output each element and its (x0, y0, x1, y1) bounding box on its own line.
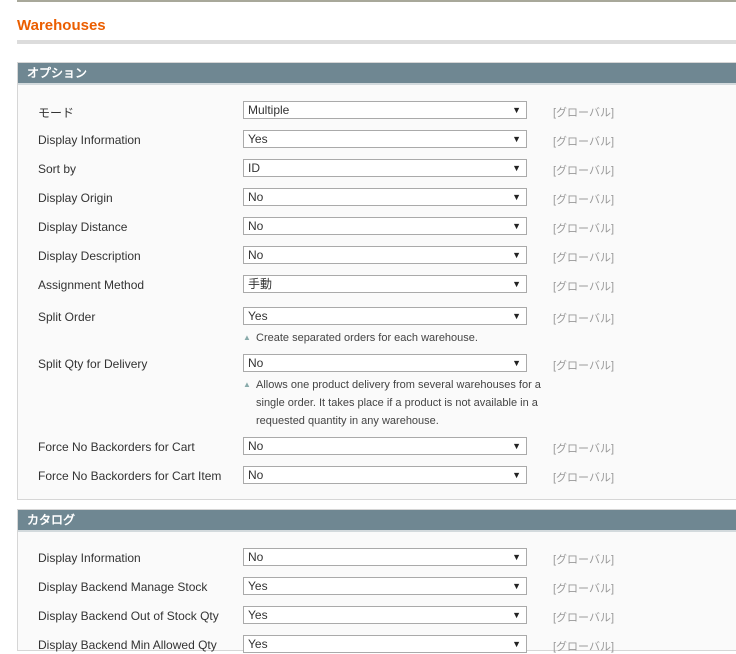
select-value: No (248, 219, 264, 233)
scope-label: [グローバル] (553, 281, 615, 293)
section-options: オプション モード Multiple ▼ [グローバル] Display Infor… (17, 62, 736, 500)
dropdown-arrow-icon: ▼ (512, 639, 521, 649)
scope-label: [グローバル] (553, 107, 615, 119)
dropdown-arrow-icon: ▼ (512, 610, 521, 620)
field-label: Display Information (38, 551, 141, 565)
scope-label: [グローバル] (553, 360, 615, 372)
field-select[interactable]: No ▼ (243, 548, 527, 566)
field-select[interactable]: Yes ▼ (243, 635, 527, 653)
scope-label: [グローバル] (553, 165, 615, 177)
field-note: ▲ Allows one product delivery from severa… (243, 376, 546, 430)
scope-label: [グローバル] (553, 583, 615, 595)
dropdown-arrow-icon: ▼ (512, 250, 521, 260)
dropdown-arrow-icon: ▼ (512, 441, 521, 451)
select-value: 手動 (248, 277, 273, 291)
select-value: Yes (248, 637, 268, 651)
field-label: Display Distance (38, 220, 128, 234)
dropdown-arrow-icon: ▼ (512, 163, 521, 173)
select-value: No (248, 468, 264, 482)
select-value: No (248, 550, 264, 564)
select-value: Multiple (248, 103, 290, 117)
select-value: Yes (248, 579, 268, 593)
dropdown-arrow-icon: ▼ (512, 470, 521, 480)
select-value: Yes (248, 309, 268, 323)
field-select[interactable]: No ▼ (243, 188, 527, 206)
dropdown-arrow-icon: ▼ (512, 134, 521, 144)
note-text: Create separated orders for each warehou… (256, 332, 478, 344)
field-label: Display Backend Min Allowed Qty (38, 638, 217, 652)
scope-label: [グローバル] (553, 194, 615, 206)
scope-label: [グローバル] (553, 313, 615, 325)
select-value: No (248, 190, 264, 204)
field-select[interactable]: No ▼ (243, 354, 527, 372)
scope-label: [グローバル] (553, 136, 615, 148)
field-label: Assignment Method (38, 278, 145, 292)
scope-label: [グローバル] (553, 641, 615, 653)
select-value: Yes (248, 132, 268, 146)
field-select[interactable]: Yes ▼ (243, 307, 527, 325)
triangle-icon: ▲ (243, 333, 251, 342)
section-header-catalog[interactable]: カタログ (18, 510, 736, 532)
select-value: Yes (248, 608, 268, 622)
select-value: No (248, 248, 264, 262)
select-value: No (248, 439, 264, 453)
field-select[interactable]: Multiple ▼ (243, 101, 527, 119)
dropdown-arrow-icon: ▼ (512, 552, 521, 562)
note-text: Allows one product delivery from several… (256, 379, 541, 427)
dropdown-arrow-icon: ▼ (512, 105, 521, 115)
field-select[interactable]: Yes ▼ (243, 130, 527, 148)
title-underline (17, 40, 736, 44)
field-label: Display Origin (38, 191, 113, 205)
scope-label: [グローバル] (553, 612, 615, 624)
field-label: Force No Backorders for Cart Item (38, 469, 222, 483)
dropdown-arrow-icon: ▼ (512, 358, 521, 368)
scope-label: [グローバル] (553, 472, 615, 484)
section-catalog: カタログ Display Information No ▼ [グローバル] Disp… (17, 509, 736, 653)
select-value: No (248, 356, 264, 370)
dropdown-arrow-icon: ▼ (512, 311, 521, 321)
field-select[interactable]: No ▼ (243, 217, 527, 235)
section-header-options[interactable]: オプション (18, 63, 736, 85)
field-select[interactable]: No ▼ (243, 437, 527, 455)
field-select[interactable]: Yes ▼ (243, 606, 527, 624)
field-label: Force No Backorders for Cart (38, 440, 195, 454)
field-label: Sort by (38, 162, 77, 176)
field-select[interactable]: 手動 ▼ (243, 275, 527, 293)
scope-label: [グローバル] (553, 223, 615, 235)
page-title: Warehouses (17, 17, 106, 34)
top-divider (17, 0, 736, 2)
dropdown-arrow-icon: ▼ (512, 192, 521, 202)
field-note: ▲ Create separated orders for each wareho… (243, 329, 546, 347)
field-select[interactable]: Yes ▼ (243, 577, 527, 595)
dropdown-arrow-icon: ▼ (512, 279, 521, 289)
field-select[interactable]: ID ▼ (243, 159, 527, 177)
field-label: Display Information (38, 133, 141, 147)
field-label: Display Backend Manage Stock (38, 580, 208, 594)
dropdown-arrow-icon: ▼ (512, 221, 521, 231)
field-select[interactable]: No ▼ (243, 246, 527, 264)
field-select[interactable]: No ▼ (243, 466, 527, 484)
scope-label: [グローバル] (553, 443, 615, 455)
scope-label: [グローバル] (553, 554, 615, 566)
field-label: Display Backend Out of Stock Qty (38, 609, 219, 623)
field-label: Split Qty for Delivery (38, 357, 148, 371)
field-label: モード (38, 106, 75, 120)
select-value: ID (248, 161, 260, 175)
field-label: Display Description (38, 249, 141, 263)
field-label: Split Order (38, 310, 96, 324)
triangle-icon: ▲ (243, 380, 251, 389)
dropdown-arrow-icon: ▼ (512, 581, 521, 591)
scope-label: [グローバル] (553, 252, 615, 264)
